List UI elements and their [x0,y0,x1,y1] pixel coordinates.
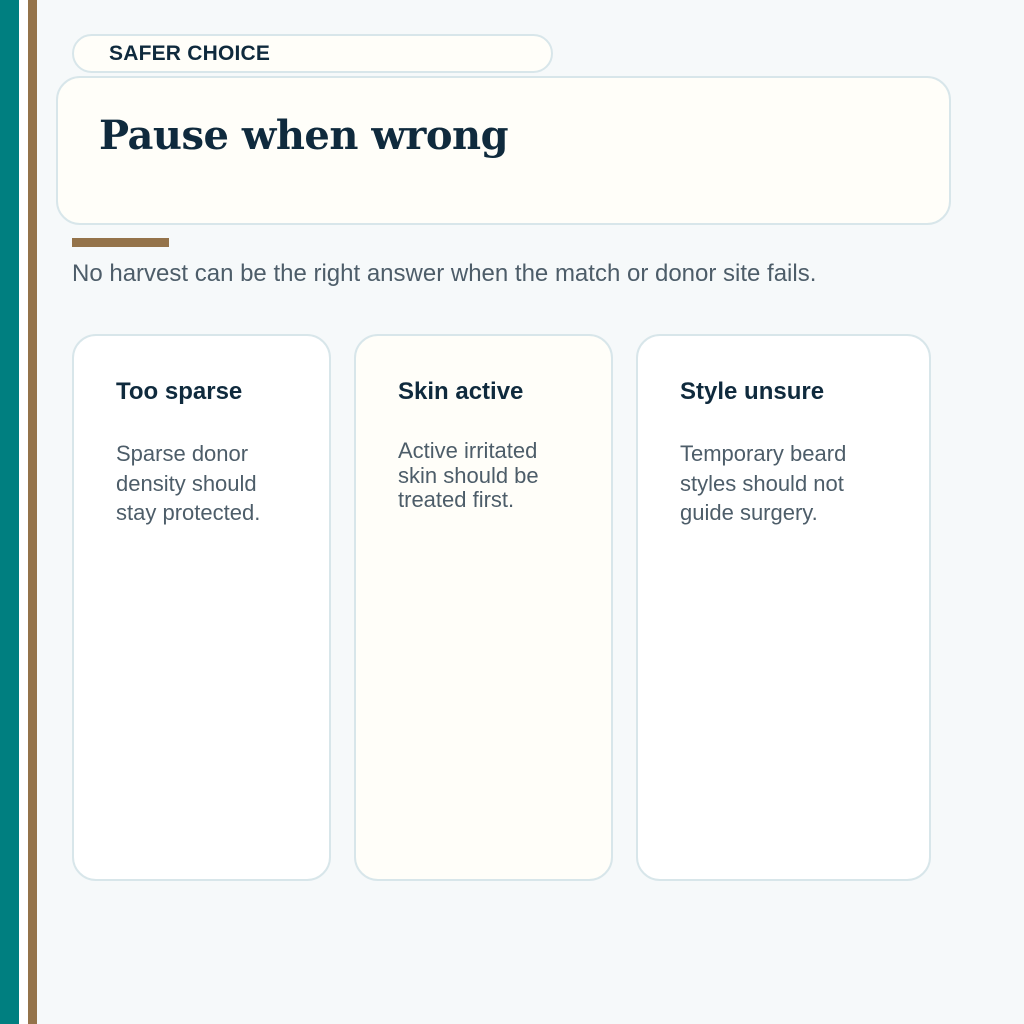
card-body: Active irritated skin should be treated … [398,438,539,512]
kicker-pill: SAFER CHOICE [72,34,553,73]
accent-bar-gap [19,0,28,1024]
kicker-label: SAFER CHOICE [109,41,271,65]
accent-bar-teal [0,0,19,1024]
page-title: Pause when wrong [99,112,509,159]
card-skin-active: Skin active Active irritated skin should… [354,334,613,881]
accent-rule [72,238,169,247]
card-body: Sparse donor density should stay protect… [116,441,261,525]
card-title: Too sparse [116,378,243,405]
title-card: Pause when wrong [56,76,951,225]
lede-text: No harvest can be the right answer when … [72,260,817,287]
card-title: Style unsure [680,378,825,405]
card-too-sparse: Too sparse Sparse donor density should s… [72,334,331,881]
card-title: Skin active [398,378,524,405]
accent-bar-brown [28,0,37,1024]
card-style-unsure: Style unsure Temporary beard styles shou… [636,334,931,881]
card-body: Temporary beard styles should not guide … [680,441,847,525]
